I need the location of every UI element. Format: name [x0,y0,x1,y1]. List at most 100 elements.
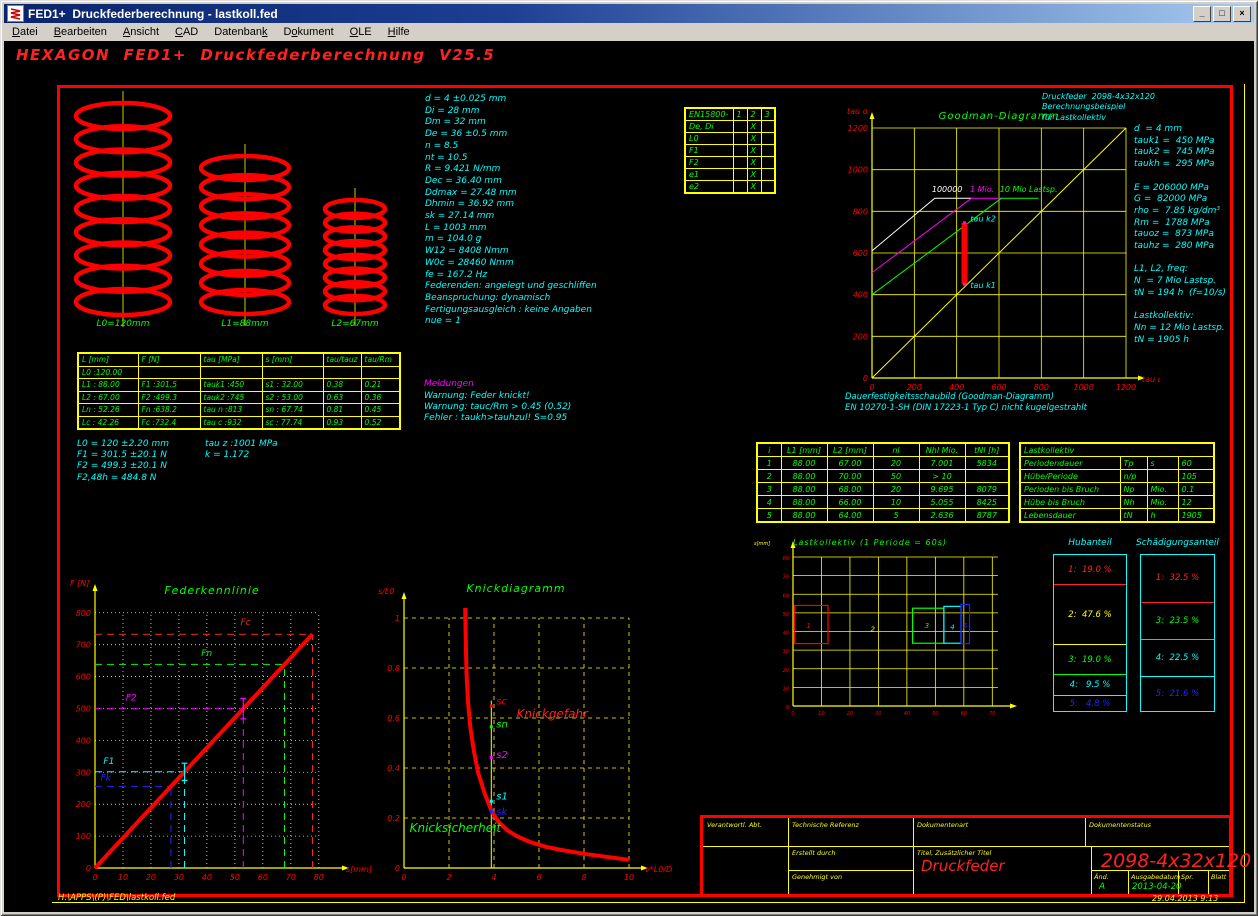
text-line: Warnung: tauc/Rm > 0.45 (0.52) [424,402,571,413]
en15800-table: EN15800-123De, DiXL0XF1XF2Xe1Xe2X [684,107,776,194]
text-line: F2,48h = 484.8 N [77,473,169,484]
svg-text:0.4: 0.4 [387,764,400,773]
damage-share-title: Schädigungsanteil [1136,538,1215,548]
tb-label-dstatus: Dokumentenstatus [1089,821,1151,829]
tau-text: tau z :1001 MPak = 1.172 [205,439,278,461]
svg-text:4: 4 [491,873,496,882]
tb-label-aend: Änd. [1094,873,1109,881]
text-line: Ddmax = 27.48 mm [425,188,597,200]
svg-text:Lastkollektiv (1 Periode = 60s: Lastkollektiv (1 Periode = 60s) [793,538,947,547]
knick-chart: 024681000.20.40.60.81scsns2s1skKnickgefa… [373,572,675,916]
messages-text: Warnung: Feder knickt!Warnung: tauc/Rm >… [424,391,571,425]
cycles-table-grid: iL1 [mm]L2 [mm]nlNhl Mio.tNl [h]188.0067… [756,442,1010,523]
svg-text:s[mm]: s[mm] [346,865,372,874]
text-line [1134,171,1226,183]
share-segment: 2: 47.6 % [1054,585,1126,645]
tb-docnumber: 2098-4x32x120 [1101,850,1251,872]
text-line: für Lastkollektiv [1042,113,1155,123]
goodman-chart: 0200400600800100012000200400600800100012… [845,93,1160,407]
tb-label-dart: Dokumentenart [917,821,968,829]
svg-text:Fc: Fc [240,618,250,628]
svg-text:10: 10 [783,686,789,692]
svg-text:20: 20 [146,873,156,882]
goodman-caption: Dauerfestigkeitsschaubild (Goodman-Diagr… [845,392,1087,413]
svg-text:200: 200 [76,800,91,809]
svg-text:sc: sc [496,696,507,707]
table-row: F1X [685,145,775,157]
drawing-overlay: HEXAGON FED1+ Druckfederberechnung V25.5… [0,0,1258,916]
spring-drawing [0,0,430,345]
svg-text:1000: 1000 [848,166,868,175]
table-row: 188.0067.00207.0015834 [757,457,1009,470]
text-line: taukh = 295 MPa [1134,159,1226,171]
table-row: e1X [685,169,775,181]
svg-text:0: 0 [786,705,789,711]
svg-text:600: 600 [853,249,868,258]
spring-l2-label: L2=67mm [313,319,397,329]
table-row: Ln : 52.26Fn :638.2tau n :813sn : 67.740… [78,404,400,417]
text-line: De = 36 ±0.5 mm [425,129,597,141]
table-row: L [mm]F [N]tau [MPa]s [mm]tau/tauztau/Rm [78,353,400,366]
knickdiagramm-svg: 024681000.20.40.60.81scsns2s1skKnickgefa… [373,572,675,912]
app-window: FED1+ Druckfederberechnung - lastkoll.fe… [0,0,1258,916]
text-line: Dec = 36.40 mm [425,176,597,188]
text-line: Di = 28 mm [425,106,597,118]
svg-text:50: 50 [783,612,789,618]
text-line: k = 1.172 [205,450,278,461]
share-segment: 3: 23.5 % [1141,603,1214,641]
text-line [1134,253,1226,265]
text-line: W12 = 8408 Nmm [425,246,597,258]
text-line: Berechnungsbeispiel [1042,102,1155,112]
svg-text:10: 10 [118,873,128,882]
table-row: Lastkollektiv [1020,443,1214,457]
svg-text:8: 8 [581,873,586,882]
share-segment-label: 5: 21.6 % [1156,689,1199,699]
svg-text:600: 600 [991,383,1006,392]
table-row: LebensdauertNh1905 [1020,509,1214,523]
table-row: L0X [685,133,775,145]
svg-text:0.8: 0.8 [387,664,400,673]
text-line: nt = 10.5 [425,153,597,165]
svg-text:60: 60 [783,593,789,599]
svg-text:6: 6 [536,873,541,882]
text-line: G = 82000 MPa [1134,194,1226,206]
svg-text:30: 30 [875,711,881,717]
goodman-info-text: Druckfeder 2098-4x32x120Berechnungsbeisp… [1042,92,1155,123]
text-line: tN = 194 h (f=10/s) [1134,288,1226,300]
table-row: De, DiX [685,121,775,133]
table-row: 588.0064.0052.6368787 [757,509,1009,523]
svg-text:400: 400 [949,383,964,392]
text-line: m = 104.0 g [425,234,597,246]
share-segment-label: 5: 4.8 % [1070,699,1111,709]
text-line: Druckfeder 2098-4x32x120 [1042,92,1155,102]
svg-text:80: 80 [783,556,789,562]
svg-text:800: 800 [853,207,868,216]
svg-text:60: 60 [961,711,967,717]
spring-l0-label: L0=120mm [81,319,165,329]
svg-text:Knickdiagramm: Knickdiagramm [466,582,565,595]
svg-text:Federkennlinie: Federkennlinie [164,584,259,597]
svg-text:10: 10 [818,711,824,717]
hub-share-title: Hubanteil [1053,538,1127,548]
share-segment: 5: 21.6 % [1141,677,1214,711]
svg-text:1: 1 [806,622,810,630]
en15800-table-grid: EN15800-123De, DiXL0XF1XF2Xe1Xe2X [684,107,776,194]
text-line: Federenden: angelegt und geschliffen [425,281,597,293]
svg-text:200: 200 [907,383,922,392]
text-line: W0c = 28460 Nmm [425,258,597,270]
messages-title: Meldungen [424,379,474,389]
text-line: E = 206000 MPa [1134,183,1226,195]
text-line: fe = 167.2 Hz [425,270,597,282]
svg-text:800: 800 [1034,383,1049,392]
tb-title-value: Druckfeder [921,857,1005,875]
tb-label-spr: Spr. [1181,873,1193,881]
material-info-text: d = 4 mmtauk1 = 450 MPatauk2 = 745 MPata… [1134,124,1226,346]
table-row: F2X [685,157,775,169]
tb-ausgabe-value: 2013-04-20 [1132,882,1181,892]
tb-label-blatt: Blatt [1211,873,1226,881]
tb-aend-value: A [1099,882,1105,892]
share-segment: 5: 4.8 % [1054,696,1126,711]
svg-text:1 Mio.: 1 Mio. [970,185,994,194]
goodman-diagram-svg: 0200400600800100012000200400600800100012… [845,93,1160,403]
text-line: n = 8.5 [425,141,597,153]
